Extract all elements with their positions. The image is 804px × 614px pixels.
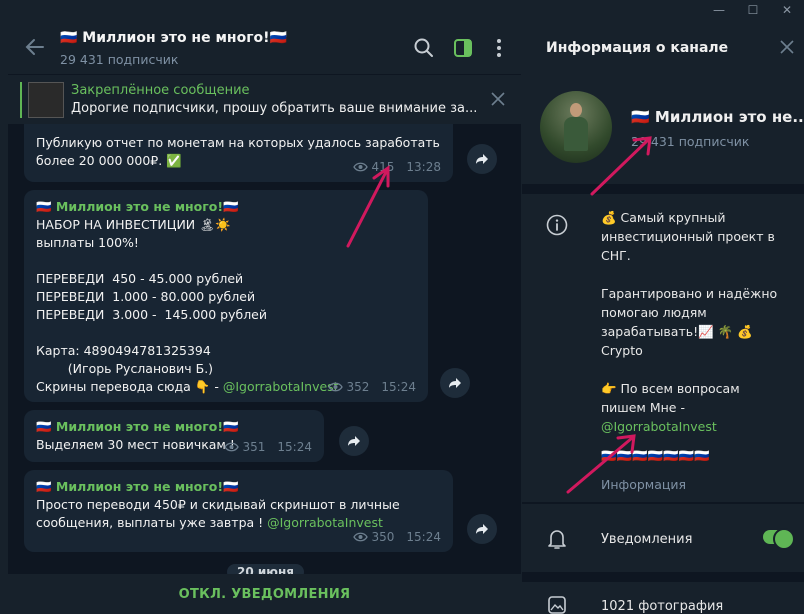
message-time: 13:28	[406, 160, 441, 174]
message-line: ПЕРЕВЕДИ 1.000 - 80.000 рублей	[36, 289, 256, 304]
description-line: 👉 По всем вопросам	[601, 381, 740, 396]
message-line: выплаты 100%!	[36, 235, 139, 250]
message-line: Публикую отчет по монетам на которых уда…	[36, 135, 440, 150]
minimize-button[interactable]: —	[702, 0, 736, 20]
share-button[interactable]	[339, 426, 369, 456]
chat-title[interactable]: 🇷🇺 Миллион это не много!🇷🇺	[60, 30, 287, 46]
message-line: сообщения, выплаты уже завтра !	[36, 515, 268, 530]
description-line: 💰 Самый крупный	[601, 210, 726, 225]
message-meta: 351 15:24	[223, 438, 312, 456]
message-line	[36, 252, 416, 270]
window-controls: — ☐ ✕	[684, 0, 804, 20]
message-line: (Игорь Русланович Б.)	[36, 361, 214, 376]
info-panel-title: Информация о канале	[546, 40, 729, 56]
message-bubble[interactable]: 🇷🇺 Миллион это не много!🇷🇺 Выделяем 30 м…	[24, 410, 324, 462]
message-line: ПЕРЕВЕДИ 450 - 45.000 рублей	[36, 271, 244, 286]
share-button[interactable]	[467, 144, 497, 174]
description-line: СНГ.	[601, 248, 631, 263]
avatar-head	[570, 103, 582, 117]
share-button[interactable]	[467, 514, 497, 544]
message-author[interactable]: 🇷🇺 Миллион это не много!🇷🇺	[36, 198, 416, 216]
mention-link[interactable]: @IgorrabotaInvest	[223, 379, 339, 394]
views-count: 415	[371, 160, 395, 174]
info-icon	[546, 214, 568, 236]
close-icon[interactable]	[780, 40, 794, 54]
description-line	[601, 265, 781, 284]
bell-icon	[548, 530, 566, 549]
message-bubble[interactable]: 🇷🇺 Миллион это не много!🇷🇺 НАБОР НА ИНВЕ…	[24, 190, 428, 402]
chat-header: 🇷🇺 Миллион это не много!🇷🇺 29 431 подпис…	[8, 20, 521, 74]
photo-icon	[548, 596, 566, 614]
pinned-title: Закреплённое сообщение	[71, 83, 250, 98]
pinned-thumbnail	[28, 82, 64, 118]
message-line: НАБОР НА ИНВЕСТИЦИИ 🏝☀️	[36, 217, 231, 232]
message-bubble[interactable]: Публикую отчет по монетам на которых уда…	[24, 124, 453, 182]
avatar-body	[564, 117, 588, 151]
chat-subscribers: 29 431 подписчик	[60, 52, 179, 67]
mute-bar[interactable]: ОТКЛ. УВЕДОМЛЕНИЯ	[8, 574, 521, 614]
message-time: 15:24	[381, 380, 416, 394]
views-eye-icon	[352, 162, 368, 172]
share-arrow-icon	[449, 378, 461, 388]
mute-notifications-button[interactable]: ОТКЛ. УВЕДОМЛЕНИЯ	[179, 587, 351, 602]
message-line	[36, 324, 416, 342]
description-caption: Информация	[601, 477, 687, 492]
message-line: Просто переводи 450₽ и скидывай скриншот…	[36, 497, 400, 512]
message-meta: 352 15:24	[327, 378, 416, 396]
section-divider	[522, 572, 804, 582]
channel-avatar[interactable]	[540, 91, 612, 163]
pinned-text: Дорогие подписчики, прошу обратить ваше …	[71, 101, 478, 116]
notifications-label: Уведомления	[601, 532, 693, 547]
views-eye-icon	[327, 382, 343, 392]
back-arrow-icon[interactable]	[24, 36, 46, 58]
views-eye-icon	[223, 442, 239, 452]
description-line: Гарантировано и надёжно	[601, 286, 778, 301]
message-line: Карта: 4890494781325394	[36, 343, 211, 358]
channel-name: 🇷🇺 Миллион это не...	[631, 108, 804, 126]
message-list: Публикую отчет по монетам на которых уда…	[8, 124, 521, 574]
message-bubble[interactable]: 🇷🇺 Миллион это не много!🇷🇺 Просто перево…	[24, 470, 453, 552]
share-arrow-icon	[348, 436, 360, 446]
description-line	[601, 360, 781, 379]
views-count: 352	[346, 380, 370, 394]
maximize-button[interactable]: ☐	[736, 0, 770, 20]
sidebar-toggle-icon[interactable]	[452, 37, 474, 59]
message-meta: 415 13:28	[352, 158, 441, 176]
message-line: ПЕРЕВЕДИ 3.000 - 145.000 рублей	[36, 307, 267, 322]
close-pinned-icon[interactable]	[491, 92, 505, 106]
channel-description: 💰 Самый крупный инвестиционный проект в …	[601, 208, 781, 465]
message-time: 15:24	[277, 440, 312, 454]
section-divider	[522, 184, 804, 194]
description-flags: 🇷🇺🇷🇺🇷🇺🇷🇺🇷🇺🇷🇺🇷🇺	[601, 448, 710, 463]
message-author[interactable]: 🇷🇺 Миллион это не много!🇷🇺	[36, 418, 312, 436]
pinned-message-bar[interactable]: Закреплённое сообщение Дорогие подписчик…	[8, 74, 521, 124]
description-line: помогаю людям	[601, 305, 707, 320]
share-arrow-icon	[476, 154, 488, 164]
description-line: Crypto	[601, 343, 643, 358]
photos-count-link[interactable]: 1021 фотография	[601, 599, 723, 614]
more-menu-icon[interactable]	[488, 37, 510, 59]
channel-subscribers: 29 431 подписчик	[631, 134, 750, 149]
description-line: инвестиционный проект в	[601, 229, 775, 244]
search-icon[interactable]	[413, 37, 435, 59]
pinned-accent-bar	[20, 82, 22, 118]
views-eye-icon	[352, 532, 368, 542]
share-arrow-icon	[476, 524, 488, 534]
message-time: 15:24	[406, 530, 441, 544]
message-author[interactable]: 🇷🇺 Миллион это не много!🇷🇺	[36, 478, 441, 496]
description-line: зарабатывать!📈 🌴 💰	[601, 324, 753, 339]
chat-panel: 🇷🇺 Миллион это не много!🇷🇺 29 431 подпис…	[8, 20, 521, 614]
views-count: 351	[242, 440, 266, 454]
description-line: пишем Мне -	[601, 400, 685, 415]
notifications-toggle[interactable]	[763, 528, 795, 550]
close-window-button[interactable]: ✕	[770, 0, 804, 20]
channel-info-panel: Информация о канале 🇷🇺 Миллион это не...…	[522, 20, 804, 614]
description-mention-link[interactable]: @IgorrabotaInvest	[601, 417, 781, 436]
message-line: Скрины перевода сюда 👇 -	[36, 379, 223, 394]
share-button[interactable]	[440, 368, 470, 398]
views-count: 350	[371, 530, 395, 544]
section-divider	[522, 502, 804, 504]
message-meta: 350 15:24	[352, 528, 441, 546]
